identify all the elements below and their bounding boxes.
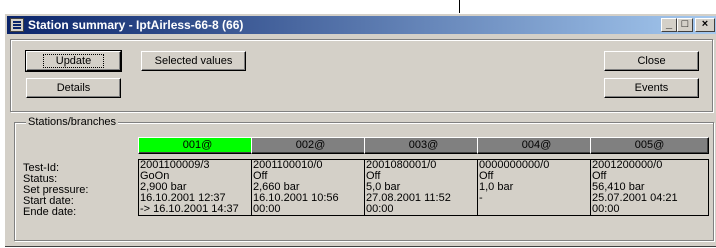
update-button-label: Update	[42, 54, 105, 68]
close-window-button[interactable]: ×	[695, 18, 715, 32]
station-summary-window: Station summary - IptAirless-66-8 (66) _…	[4, 13, 716, 247]
station-003: 003@ 2001080001/0 Off 5,0 bar 27.08.2001…	[364, 137, 483, 216]
station-button-004[interactable]: 004@	[477, 137, 596, 154]
station-button-001[interactable]: 001@	[138, 137, 257, 154]
window-title: Station summary - IptAirless-66-8 (66)	[28, 18, 244, 32]
maximize-button[interactable]: □	[677, 18, 693, 32]
station-test-id: 0000000000/0	[479, 159, 550, 171]
selected-values-button[interactable]: Selected values	[141, 51, 246, 71]
station-info-001: 2001100009/3 GoOn 2,900 bar 16.10.2001 1…	[138, 159, 257, 216]
station-button-003[interactable]: 003@	[364, 137, 483, 154]
station-button-002[interactable]: 002@	[251, 137, 370, 154]
station-end-date: 00:00	[253, 203, 281, 215]
station-button-005[interactable]: 005@	[590, 137, 709, 154]
minimize-button[interactable]: _	[661, 18, 677, 32]
station-test-id: 2001100010/0	[253, 159, 323, 171]
field-labels: Test-Id: Status: Set pressure: Start dat…	[23, 163, 88, 218]
station-end-date: -> 16.10.2001 14:37	[140, 203, 239, 215]
station-004: 004@ 0000000000/0 Off 1,0 bar -	[477, 137, 596, 216]
station-test-id: 2001200000/0	[592, 159, 663, 171]
station-info-005: 2001200000/0 Off 56,410 bar 25.07.2001 0…	[590, 159, 709, 216]
station-end-date: 00:00	[366, 203, 394, 215]
station-end-date: 00:00	[592, 203, 620, 215]
app-icon[interactable]	[10, 18, 24, 32]
station-info-002: 2001100010/0 Off 2,660 bar 16.10.2001 10…	[251, 159, 370, 216]
update-button[interactable]: Update	[25, 50, 122, 72]
title-bar[interactable]: Station summary - IptAirless-66-8 (66) _…	[7, 16, 716, 34]
station-set-pressure: 1,0 bar	[479, 181, 514, 193]
events-button[interactable]: Events	[604, 78, 699, 98]
details-button[interactable]: Details	[26, 78, 121, 98]
station-002: 002@ 2001100010/0 Off 2,660 bar 16.10.20…	[251, 137, 370, 216]
label-end-date: Ende date:	[23, 206, 77, 218]
toolbar-panel: Update Details Selected values Close Eve…	[10, 39, 713, 112]
station-test-id: 2001080001/0	[366, 159, 437, 171]
station-001: 001@ 2001100009/3 GoOn 2,900 bar 16.10.2…	[138, 137, 257, 216]
station-info-003: 2001080001/0 Off 5,0 bar 27.08.2001 11:5…	[364, 159, 483, 216]
station-info-004: 0000000000/0 Off 1,0 bar -	[477, 159, 596, 216]
station-005: 005@ 2001200000/0 Off 56,410 bar 25.07.2…	[590, 137, 709, 216]
stations-branches-group: Stations/branches Test-Id: Status: Set p…	[14, 115, 714, 241]
group-legend: Stations/branches	[26, 115, 119, 129]
station-start-date: -	[479, 192, 483, 204]
close-button[interactable]: Close	[604, 51, 699, 71]
